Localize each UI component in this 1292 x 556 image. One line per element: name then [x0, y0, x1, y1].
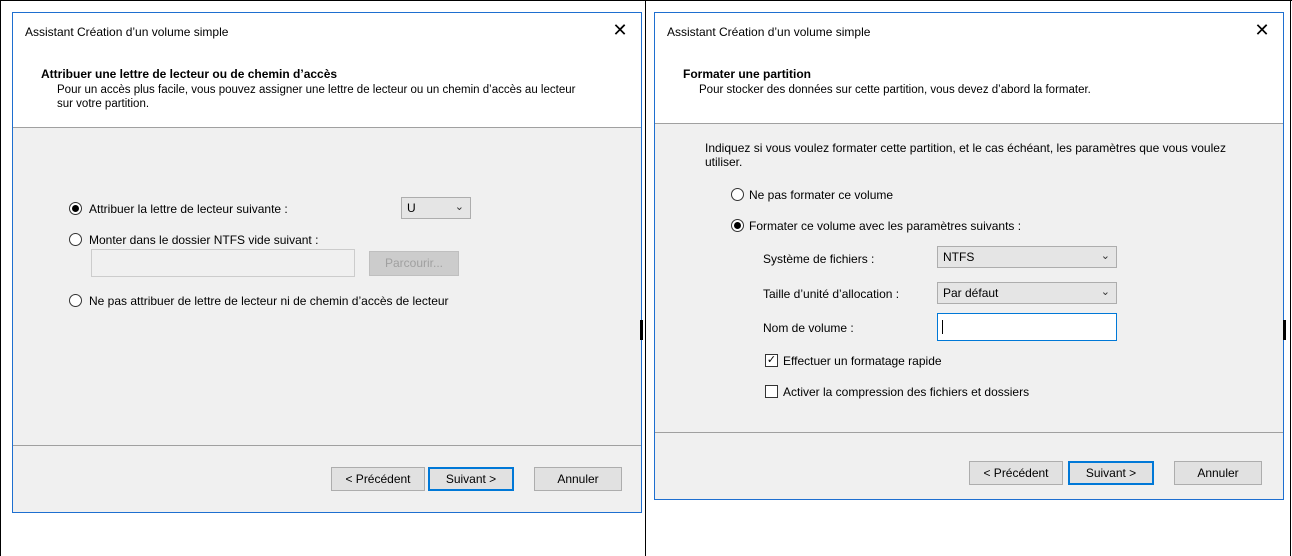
compression-label[interactable]: Activer la compression des fichiers et d…	[783, 385, 1029, 399]
compression-checkbox[interactable]	[765, 385, 778, 398]
right-header: Formater une partition Pour stocker des …	[655, 51, 1283, 124]
drive-letter-value: U	[407, 201, 416, 215]
allocation-unit-value: Par défaut	[943, 286, 999, 300]
left-close-icon[interactable]: ✕	[609, 19, 631, 41]
right-window-title: Assistant Création d’un volume simple	[667, 25, 871, 39]
assign-letter-label[interactable]: Attribuer la lettre de lecteur suivante …	[89, 202, 288, 216]
left-page-title: Attribuer une lettre de lecteur ou de ch…	[41, 67, 338, 81]
no-format-radio[interactable]	[731, 188, 744, 201]
volume-name-label: Nom de volume :	[763, 321, 854, 335]
background-window-edge	[640, 320, 643, 340]
right-page-title: Formater une partition	[683, 67, 812, 81]
format-label[interactable]: Formater ce volume avec les paramètres s…	[749, 219, 1021, 233]
drive-letter-select[interactable]: U ⌄	[401, 197, 471, 219]
cell-border-top	[0, 0, 1292, 1]
cell-border-left	[0, 0, 1, 556]
right-page-description: Pour stocker des données sur cette parti…	[699, 84, 1091, 96]
right-back-button[interactable]: < Précédent	[969, 461, 1063, 485]
left-cancel-button[interactable]: Annuler	[534, 467, 622, 491]
chevron-down-icon: ⌄	[454, 201, 464, 213]
volume-name-input[interactable]	[937, 313, 1117, 341]
quick-format-label[interactable]: Effectuer un formatage rapide	[783, 354, 942, 368]
file-system-value: NTFS	[943, 250, 975, 264]
right-close-icon[interactable]: ✕	[1251, 19, 1273, 41]
cell-border-middle	[645, 0, 646, 556]
file-system-label: Système de fichiers :	[763, 252, 875, 266]
format-intro-text: Indiquez si vous voulez formater cette p…	[705, 141, 1226, 169]
left-back-button[interactable]: < Précédent	[331, 467, 425, 491]
left-window-title: Assistant Création d’un volume simple	[25, 25, 229, 39]
chevron-down-icon: ⌄	[1100, 286, 1110, 298]
format-radio[interactable]	[731, 219, 744, 232]
mount-folder-label[interactable]: Monter dans le dossier NTFS vide suivant…	[89, 233, 318, 247]
right-footer-divider	[655, 432, 1283, 433]
left-page-description: Pour un accès plus facile, vous pouvez a…	[57, 84, 576, 110]
left-next-button[interactable]: Suivant >	[428, 467, 514, 491]
mount-folder-radio[interactable]	[69, 233, 82, 246]
mount-folder-path-input[interactable]	[91, 249, 355, 277]
left-footer-divider	[13, 445, 641, 446]
browse-button[interactable]: Parcourir...	[369, 251, 459, 276]
right-cancel-button[interactable]: Annuler	[1174, 461, 1262, 485]
assign-letter-radio[interactable]	[69, 202, 82, 215]
right-titlebar: Assistant Création d’un volume simple ✕	[655, 13, 1283, 51]
file-system-select[interactable]: NTFS ⌄	[937, 246, 1117, 268]
quick-format-checkbox[interactable]: ✓	[765, 354, 778, 367]
right-dialog: Assistant Création d’un volume simple ✕ …	[654, 12, 1284, 500]
cell-border-right	[1290, 0, 1291, 556]
chevron-down-icon: ⌄	[1100, 250, 1110, 262]
left-header: Attribuer une lettre de lecteur ou de ch…	[13, 51, 641, 128]
no-format-label[interactable]: Ne pas formater ce volume	[749, 188, 893, 202]
allocation-unit-label: Taille d’unité d’allocation :	[763, 287, 900, 301]
no-letter-radio[interactable]	[69, 294, 82, 307]
left-dialog: Assistant Création d’un volume simple ✕ …	[12, 12, 642, 513]
right-next-button[interactable]: Suivant >	[1068, 461, 1154, 485]
background-window-edge	[1283, 320, 1286, 340]
allocation-unit-select[interactable]: Par défaut ⌄	[937, 282, 1117, 304]
text-caret	[942, 320, 943, 334]
left-titlebar: Assistant Création d’un volume simple ✕	[13, 13, 641, 51]
no-letter-label[interactable]: Ne pas attribuer de lettre de lecteur ni…	[89, 294, 449, 308]
